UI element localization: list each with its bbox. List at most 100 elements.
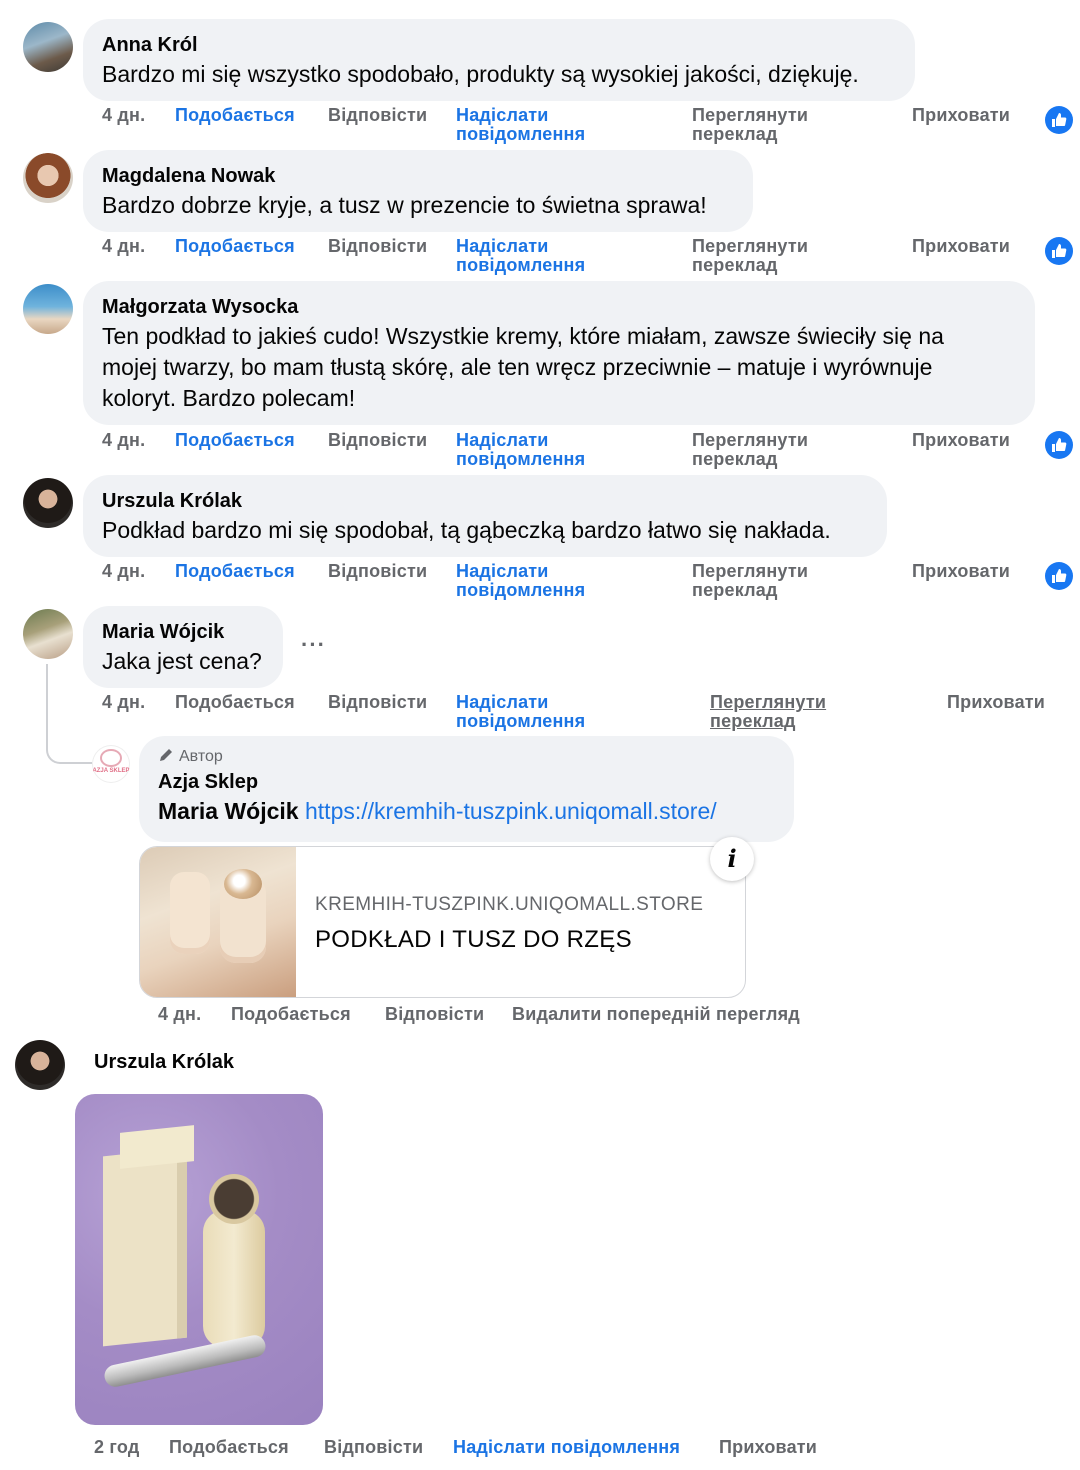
- see-translation-button[interactable]: Переглянути переклад: [692, 106, 808, 144]
- reply-button[interactable]: Відповісти: [328, 562, 427, 581]
- reply-button[interactable]: Відповісти: [328, 237, 427, 256]
- reply-author[interactable]: Azja Sklep: [158, 768, 776, 796]
- hide-button[interactable]: Приховати: [947, 693, 1045, 712]
- timestamp[interactable]: 2 год: [94, 1438, 139, 1457]
- attached-photo[interactable]: [75, 1094, 323, 1425]
- send-label-1: Надіслати: [456, 105, 549, 125]
- send-message-button[interactable]: Надіслати повідомлення: [456, 237, 585, 275]
- like-button[interactable]: Подобається: [231, 1005, 351, 1024]
- pencil-icon: [160, 749, 172, 761]
- timestamp[interactable]: 4 дн.: [102, 237, 145, 256]
- more-dots-icon[interactable]: ···: [301, 632, 326, 658]
- remove-preview-button[interactable]: Видалити попередній перегляд: [512, 1005, 800, 1024]
- see-translation-button[interactable]: Переглянути переклад: [710, 693, 826, 731]
- translate-label-1: Переглянути: [710, 692, 827, 712]
- send-label-2: повідомлення: [456, 580, 586, 600]
- comment-author[interactable]: Maria Wójcik: [102, 618, 263, 646]
- send-message-button[interactable]: Надіслати повідомлення: [456, 693, 585, 731]
- reply-button[interactable]: Відповісти: [328, 693, 427, 712]
- link-preview-card[interactable]: KREMHIH-TUSZPINK.UNIQOMALL.STORE PODKŁAD…: [139, 846, 746, 998]
- like-button[interactable]: Подобається: [175, 106, 295, 125]
- author-badge-label: Автор: [179, 748, 223, 765]
- url-link[interactable]: https://kremhih-tuszpink.uniqomall.store…: [305, 798, 717, 824]
- reply-button[interactable]: Відповісти: [328, 431, 427, 450]
- send-label-2: повідомлення: [456, 449, 586, 469]
- timestamp[interactable]: 4 дн.: [102, 106, 145, 125]
- timestamp[interactable]: 4 дн.: [158, 1005, 201, 1024]
- send-label-2: повідомлення: [456, 711, 586, 731]
- like-reaction-icon[interactable]: [1045, 237, 1073, 265]
- hide-button[interactable]: Приховати: [912, 562, 1010, 581]
- hide-button[interactable]: Приховати: [912, 431, 1010, 450]
- preview-domain: KREMHIH-TUSZPINK.UNIQOMALL.STORE: [315, 894, 704, 915]
- reply-text: Maria Wójcik https://kremhih-tuszpink.un…: [158, 796, 776, 827]
- translate-label-2: переклад: [692, 449, 778, 469]
- comment-author[interactable]: Urszula Królak: [102, 487, 867, 515]
- mention-link[interactable]: Maria Wójcik: [158, 798, 299, 824]
- timestamp[interactable]: 4 дн.: [102, 562, 145, 581]
- avatar[interactable]: [23, 22, 73, 72]
- author-badge: Автор: [158, 746, 776, 768]
- comment-text: Bardzo mi się wszystko spodobało, produk…: [102, 61, 859, 87]
- comment-bubble: Urszula Królak Podkład bardzo mi się spo…: [83, 475, 887, 557]
- translate-label-1: Переглянути: [692, 105, 809, 125]
- send-message-button[interactable]: Надіслати повідомлення: [456, 562, 585, 600]
- comment-text-line: mojej twarzy, bo mam tłustą skórę, ale t…: [102, 354, 933, 380]
- product-cap: [224, 869, 262, 899]
- send-label-2: повідомлення: [456, 124, 586, 144]
- translate-label-1: Переглянути: [692, 236, 809, 256]
- product-mirror: [209, 1174, 259, 1224]
- like-button[interactable]: Подобається: [169, 1438, 289, 1457]
- avatar[interactable]: [23, 284, 73, 334]
- timestamp[interactable]: 4 дн.: [102, 693, 145, 712]
- avatar[interactable]: AZJA SKLEP: [92, 745, 130, 783]
- like-reaction-icon[interactable]: [1045, 562, 1073, 590]
- send-label-1: Надіслати: [456, 692, 549, 712]
- timestamp[interactable]: 4 дн.: [102, 431, 145, 450]
- comment-author[interactable]: Anna Król: [102, 31, 895, 59]
- avatar[interactable]: [23, 478, 73, 528]
- comment-text: Bardzo dobrze kryje, a tusz w prezencie …: [102, 192, 707, 218]
- comment-text-line: koloryt. Bardzo polecam!: [102, 385, 356, 411]
- like-button[interactable]: Подобається: [175, 237, 295, 256]
- hide-button[interactable]: Приховати: [912, 106, 1010, 125]
- see-translation-button[interactable]: Переглянути переклад: [692, 237, 808, 275]
- hide-button[interactable]: Приховати: [912, 237, 1010, 256]
- translate-label-2: переклад: [692, 255, 778, 275]
- send-message-button[interactable]: Надіслати повідомлення: [453, 1438, 680, 1457]
- like-button[interactable]: Подобається: [175, 562, 295, 581]
- product-box: [103, 1147, 187, 1347]
- translate-label-2: переклад: [710, 711, 796, 731]
- reply-bubble: Автор Azja Sklep Maria Wójcik https://kr…: [139, 736, 794, 842]
- like-button[interactable]: Подобається: [175, 431, 295, 450]
- avatar[interactable]: [23, 609, 73, 659]
- reply-button[interactable]: Відповісти: [324, 1438, 423, 1457]
- like-button[interactable]: Подобається: [175, 693, 295, 712]
- reply-button[interactable]: Відповісти: [328, 106, 427, 125]
- send-message-button[interactable]: Надіслати повідомлення: [456, 106, 585, 144]
- hide-button[interactable]: Приховати: [719, 1438, 817, 1457]
- product-bottle: [203, 1210, 265, 1348]
- comment-author[interactable]: Małgorzata Wysocka: [102, 293, 1015, 321]
- thread-connector: [46, 664, 92, 764]
- like-reaction-icon[interactable]: [1045, 106, 1073, 134]
- see-translation-button[interactable]: Переглянути переклад: [692, 562, 808, 600]
- send-label-1: Надіслати: [456, 236, 549, 256]
- send-label-1: Надіслати: [456, 561, 549, 581]
- comment-author[interactable]: Magdalena Nowak: [102, 162, 733, 190]
- comment-text-line: Ten podkład to jakieś cudo! Wszystkie kr…: [102, 323, 944, 349]
- panda-logo: [102, 751, 120, 765]
- send-message-button[interactable]: Надіслати повідомлення: [456, 431, 585, 469]
- comment-text: Jaka jest cena?: [102, 648, 262, 674]
- info-icon[interactable]: i: [710, 837, 754, 881]
- send-label-1: Надіслати: [456, 430, 549, 450]
- comment-author[interactable]: Urszula Królak: [94, 1048, 234, 1076]
- see-translation-button[interactable]: Переглянути переклад: [692, 431, 808, 469]
- avatar[interactable]: [23, 153, 73, 203]
- avatar-logo-text: AZJA SKLEP: [92, 768, 130, 774]
- like-reaction-icon[interactable]: [1045, 431, 1073, 459]
- avatar[interactable]: [15, 1040, 65, 1090]
- comment-bubble: Maria Wójcik Jaka jest cena?: [83, 606, 283, 688]
- reply-button[interactable]: Відповісти: [385, 1005, 484, 1024]
- preview-thumbnail: [140, 847, 296, 997]
